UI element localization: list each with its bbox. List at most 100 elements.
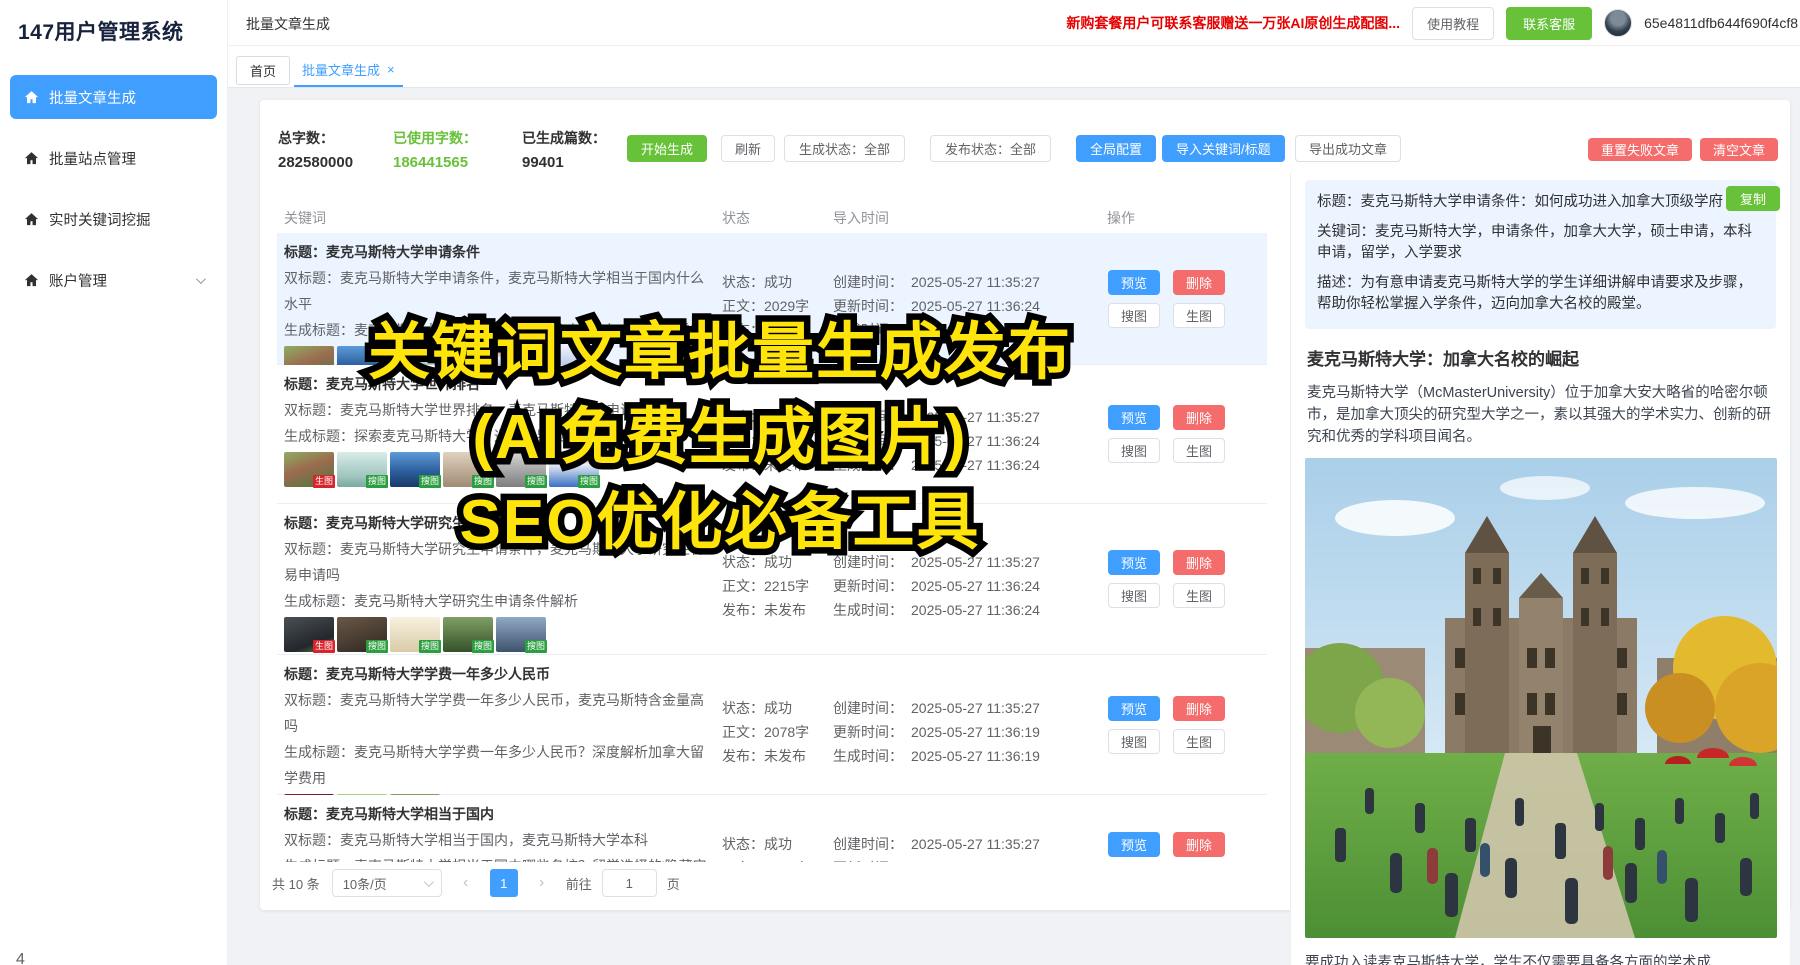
article-thumbnail-bw[interactable]: 搜图 (496, 452, 546, 487)
generate-image-button[interactable]: 生图 (1173, 303, 1225, 328)
status-line: 发布：未发布 (722, 746, 834, 766)
article-preview-panel: 重置失败文章 清空文章 复制 标题：麦克马斯特大学申请条件：如何成功进入加拿大顶… (1290, 170, 1790, 965)
tutorial-button[interactable]: 使用教程 (1412, 7, 1494, 40)
article-thumbnail-sky[interactable]: 搜图 (390, 452, 440, 487)
delete-button[interactable]: 删除 (1173, 405, 1225, 430)
pagination-total: 共 10 条 (272, 874, 320, 893)
sidebar-footer-text: 4 (16, 951, 25, 965)
time-line: 创建时间：2025-05-27 11:35:27 (833, 552, 1108, 572)
page-number-button[interactable]: 1 (490, 869, 518, 897)
article-subtitle: 双标题：麦克马斯特大学申请条件，麦克马斯特大学相当于国内什么水平 (284, 265, 708, 317)
delete-button[interactable]: 删除 (1173, 696, 1225, 721)
pagination: 共 10 条 10条/页 ‹ 1 › 前往 页 (272, 868, 680, 898)
tab-home[interactable]: 首页 (236, 56, 290, 85)
preview-button[interactable]: 预览 (1108, 696, 1160, 721)
actions-cell: 预览删除搜图生图 (1108, 504, 1225, 654)
avatar[interactable] (1604, 9, 1632, 37)
start-generate-button[interactable]: 开始生成 (627, 135, 707, 162)
preview-button[interactable]: 预览 (1108, 832, 1160, 857)
sidebar-item-label: 账户管理 (49, 270, 107, 291)
stat-total-words: 总字数： 282580000 (278, 128, 353, 171)
page-size-select[interactable]: 10条/页 (332, 869, 442, 897)
sidebar-item[interactable]: 批量文章生成 (10, 75, 217, 119)
status-line: 发布：未发布 (722, 455, 834, 475)
tab-batch-article[interactable]: 批量文章生成 × (294, 56, 403, 87)
time-cell: 创建时间：2025-05-27 11:35:27更新时间：2025-05-27 … (833, 795, 1108, 862)
delete-button[interactable]: 删除 (1173, 550, 1225, 575)
status-line: 状态：成功 (722, 552, 834, 572)
stat-label: 总字数： (278, 128, 353, 148)
preview-meta-block: 复制 标题：麦克马斯特大学申请条件：如何成功进入加拿大顶级学府 关键词：麦克马斯… (1305, 180, 1776, 329)
close-icon[interactable]: × (387, 62, 395, 77)
article-thumbnail-dark[interactable]: 生图 (284, 617, 334, 652)
status-cell: 状态：成功正文：2215字发布：未发布 (722, 504, 834, 654)
thumbnail-badge: 搜图 (419, 475, 441, 488)
status-line: 正文：2078字 (722, 722, 834, 742)
preview-button[interactable]: 预览 (1108, 270, 1160, 295)
sidebar-menu: 批量文章生成批量站点管理实时关键词挖掘账户管理 (0, 75, 227, 302)
stat-label: 已使用字数： (393, 128, 477, 148)
article-generated-title: 生成标题：麦克马斯特大学相当于国内哪些名校？留学选择的'隐藏宝石'？ (284, 853, 708, 862)
thumbnail-badge: 生图 (313, 475, 335, 488)
home-icon (24, 273, 39, 288)
preview-button[interactable]: 预览 (1108, 550, 1160, 575)
refresh-button[interactable]: 刷新 (721, 135, 775, 162)
delete-button[interactable]: 删除 (1173, 832, 1225, 857)
chevron-down-icon (196, 274, 206, 284)
article-thumbnail-room[interactable]: 搜图 (337, 452, 387, 487)
generate-image-button[interactable]: 生图 (1173, 438, 1225, 463)
search-image-button[interactable]: 搜图 (1108, 303, 1160, 328)
clear-articles-button[interactable]: 清空文章 (1700, 138, 1778, 161)
reset-failed-button[interactable]: 重置失败文章 (1588, 138, 1692, 161)
article-title: 标题：麦克马斯特大学研究生申请条件 (284, 510, 708, 536)
search-image-button[interactable]: 搜图 (1108, 583, 1160, 608)
thumbnail-badge: 搜图 (366, 640, 388, 653)
contact-support-button[interactable]: 联系客服 (1506, 7, 1592, 40)
thumbnail-strip: 生图搜图搜图搜图搜图 (284, 617, 708, 652)
search-image-button[interactable]: 搜图 (1108, 438, 1160, 463)
thumbnail-badge: 生图 (313, 640, 335, 653)
article-thumbnail-bldg[interactable]: 搜图 (443, 617, 493, 652)
prev-page-button[interactable]: ‹ (452, 869, 480, 897)
next-page-button[interactable]: › (528, 869, 556, 897)
preview-button[interactable]: 预览 (1108, 405, 1160, 430)
goto-label: 前往 (566, 874, 592, 893)
export-articles-button[interactable]: 导出成功文章 (1295, 135, 1401, 162)
preview-keywords: 关键词：麦克马斯特大学，申请条件，加拿大大学，硕士申请，本科申请，留学，入学要求 (1317, 222, 1764, 264)
sidebar-item-label: 实时关键词挖掘 (49, 209, 151, 230)
table-row: 标题：麦克马斯特大学研究生申请条件双标题：麦克马斯特大学研究生申请条件，麦克马斯… (277, 504, 1267, 655)
article-thumbnail-grad[interactable]: 搜图 (496, 617, 546, 652)
publish-status-select[interactable]: 发布状态：全部 (930, 135, 1051, 162)
stat-value: 186441565 (393, 154, 477, 171)
status-cell: 状态：成功正文：2078字发布：未发布 (722, 655, 834, 794)
sidebar-item[interactable]: 实时关键词挖掘 (10, 197, 217, 241)
copy-button[interactable]: 复制 (1726, 186, 1780, 211)
article-thumbnail-cert[interactable]: 搜图 (390, 617, 440, 652)
goto-page-input[interactable] (602, 869, 657, 897)
actions-cell: 预览删除搜图生图 (1108, 365, 1225, 503)
sidebar-item[interactable]: 批量站点管理 (10, 136, 217, 180)
keyword-cell: 标题：麦克马斯特大学相当于国内双标题：麦克马斯特大学相当于国内，麦克马斯特大学本… (284, 801, 708, 862)
generate-image-button[interactable]: 生图 (1173, 729, 1225, 754)
time-cell: 创建时间：2025-05-27 11:35:27更新时间：2025-05-27 … (833, 233, 1108, 364)
time-line: 生成时间：2025-05-27 11:36:24 (833, 600, 1108, 620)
import-keywords-button[interactable]: 导入关键词/标题 (1162, 135, 1285, 162)
global-config-button[interactable]: 全局配置 (1076, 135, 1156, 162)
status-line: 正文：1957字 (722, 858, 834, 863)
article-thumbnail-campus[interactable]: 生图 (284, 452, 334, 487)
generate-image-button[interactable]: 生图 (1173, 583, 1225, 608)
article-thumbnail-men[interactable]: 搜图 (337, 617, 387, 652)
search-image-button[interactable]: 搜图 (1108, 729, 1160, 754)
status-cell: 状态：成功正文：1706字发布：未发布 (722, 365, 834, 503)
article-thumbnail-hall[interactable]: 搜图 (443, 452, 493, 487)
generate-status-select[interactable]: 生成状态：全部 (784, 135, 905, 162)
preview-title: 标题：麦克马斯特大学申请条件：如何成功进入加拿大顶级学府 (1317, 192, 1764, 213)
time-line: 创建时间：2025-05-27 11:35:27 (833, 834, 1108, 854)
sidebar-item[interactable]: 账户管理 (10, 258, 217, 302)
status-line: 正文：2029字 (722, 296, 834, 316)
article-thumbnail-banner[interactable]: 搜图 (549, 452, 599, 487)
delete-button[interactable]: 删除 (1173, 270, 1225, 295)
promo-notice[interactable]: 新购套餐用户可联系客服赠送一万张AI原创生成配图... (1066, 13, 1400, 33)
sidebar-item-label: 批量文章生成 (49, 87, 136, 108)
actions-cell: 预览删除搜图生图 (1108, 233, 1225, 364)
